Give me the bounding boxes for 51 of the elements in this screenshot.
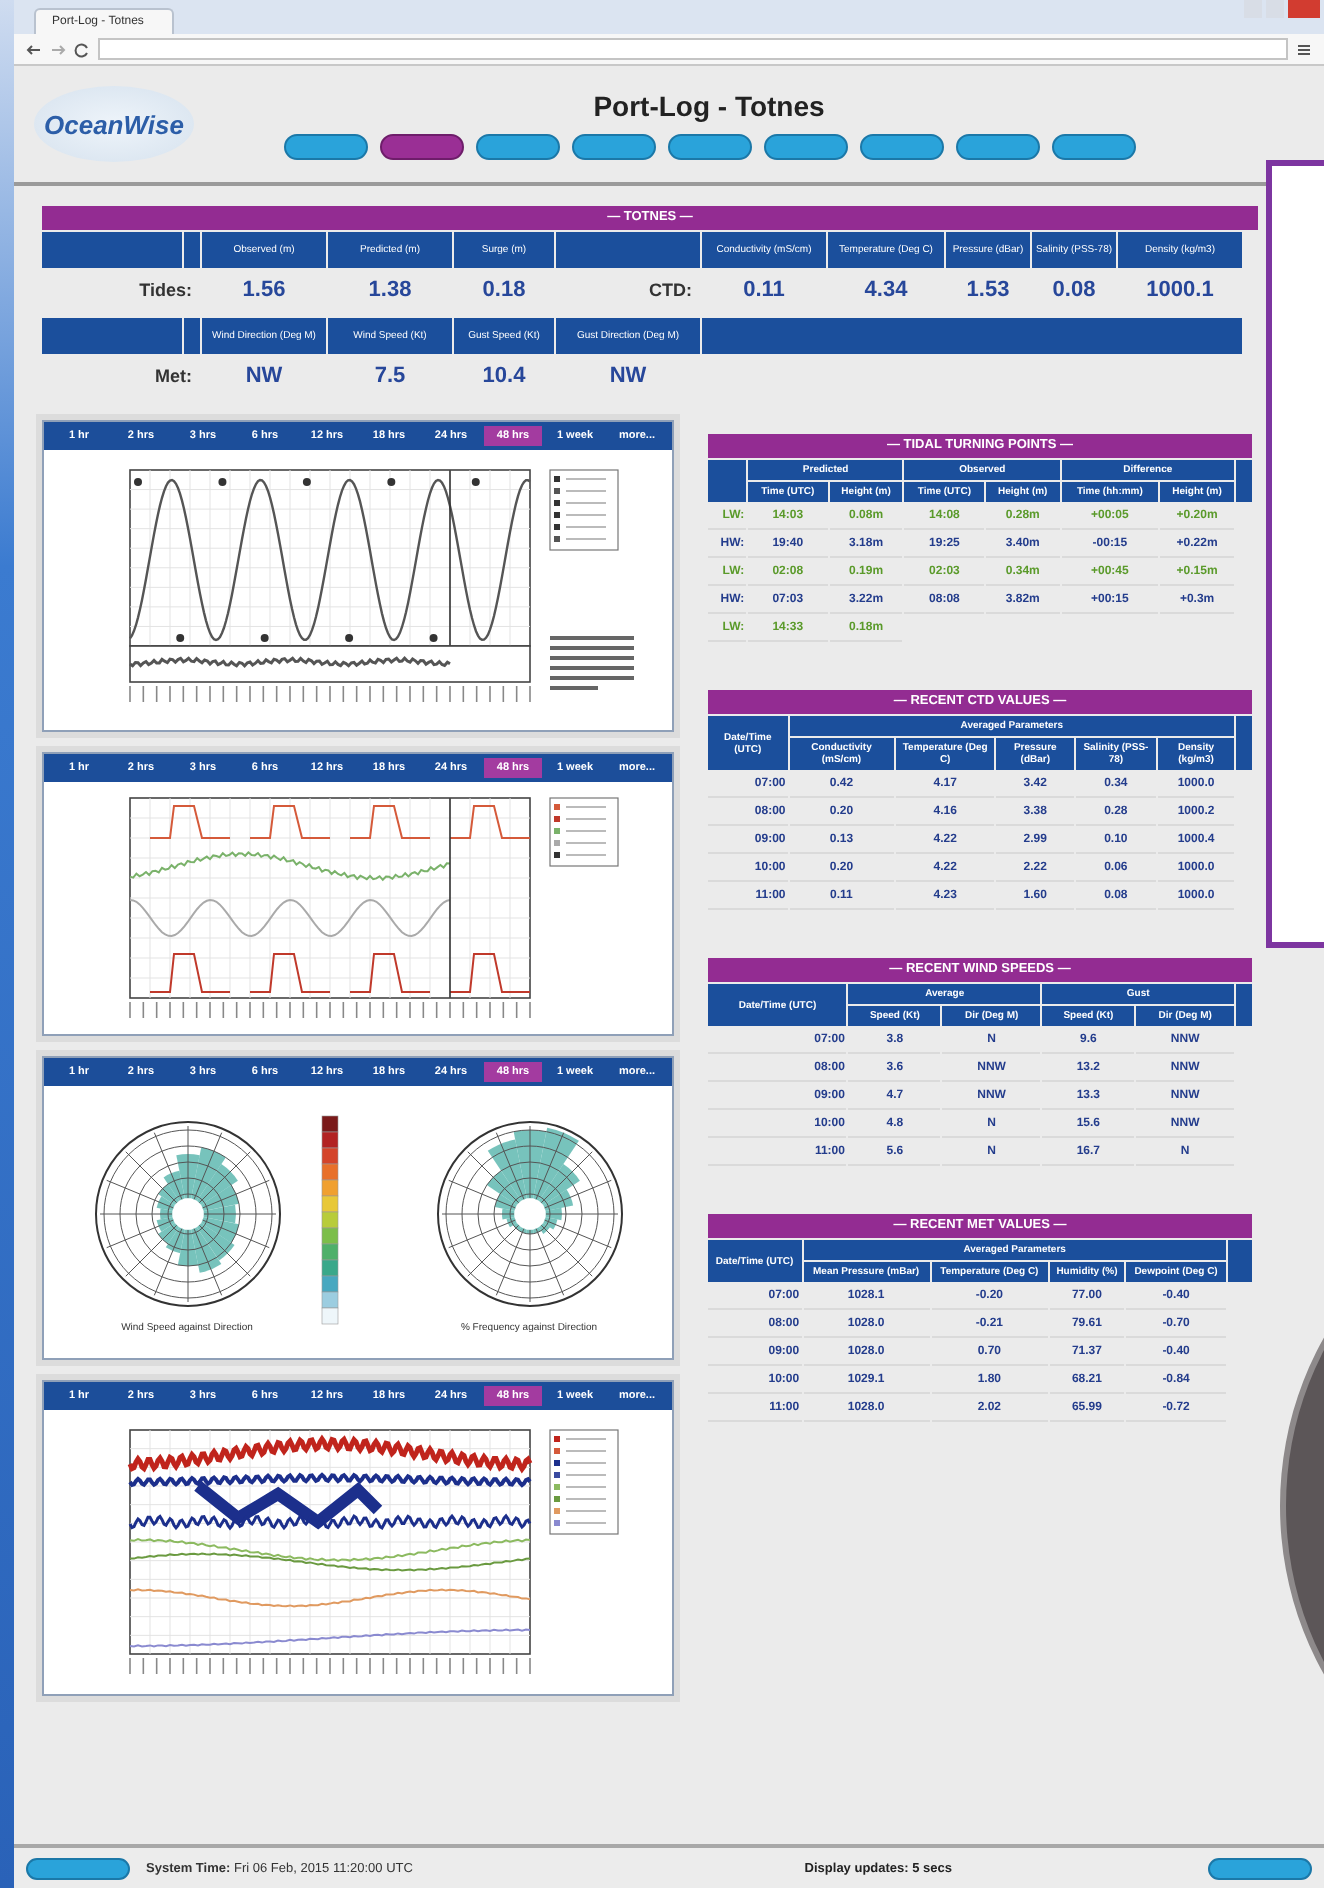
nav-button[interactable] [571, 133, 655, 159]
data-point [176, 634, 185, 642]
header-background [1228, 1240, 1252, 1282]
data-point [302, 478, 311, 486]
value-text: 1.53 [964, 276, 1012, 306]
value-text: 4.34 [862, 276, 910, 306]
nav-button[interactable] [667, 133, 751, 159]
data-point [260, 634, 269, 642]
note-text-drawing [550, 636, 634, 690]
nav-button[interactable] [1051, 133, 1135, 159]
data-point [429, 634, 438, 642]
header-background [1236, 716, 1252, 770]
nav-button[interactable] [859, 133, 943, 159]
header-background [708, 460, 747, 502]
row-label: CTD: [647, 278, 694, 304]
value-text: 1.56 [240, 276, 288, 306]
value-text: 1.38 [366, 276, 414, 306]
legend-box [549, 1429, 619, 1535]
value-text: 0.18 [480, 276, 528, 306]
nav-button[interactable] [955, 133, 1039, 159]
logo: OceanWise [34, 86, 194, 162]
data-point [471, 478, 480, 486]
nav-button[interactable] [763, 133, 847, 159]
nav-button[interactable] [283, 133, 367, 159]
footer-button[interactable] [1208, 1857, 1312, 1879]
value-text: 1000.1 [1144, 276, 1216, 306]
value-text: NW [607, 362, 649, 392]
value-text: 0.08 [1050, 276, 1098, 306]
value-text: 7.5 [372, 362, 408, 392]
forward-arrow-icon[interactable] [50, 41, 66, 57]
data-point [218, 478, 227, 486]
legend-box [549, 797, 619, 867]
value-text: 10.4 [480, 362, 528, 392]
data-point [345, 634, 354, 642]
data-point [387, 478, 396, 486]
value-text: 0.11 [741, 276, 787, 306]
row-label: Met: [153, 364, 194, 390]
back-arrow-icon[interactable] [26, 41, 42, 57]
menu-icon[interactable] [1296, 41, 1312, 57]
header-background [1236, 460, 1252, 502]
value-text: NW [243, 362, 285, 392]
reload-icon[interactable] [74, 41, 90, 57]
address-field[interactable] [98, 38, 1288, 60]
data-point [134, 478, 142, 486]
page-title: Port-Log - Totnes [593, 89, 825, 121]
nav-button[interactable] [475, 133, 559, 159]
header-background [1236, 984, 1252, 1026]
nav-button[interactable] [379, 133, 463, 159]
row-label: Tides: [137, 278, 194, 304]
legend-box [549, 469, 619, 551]
footer-button[interactable] [26, 1857, 130, 1879]
